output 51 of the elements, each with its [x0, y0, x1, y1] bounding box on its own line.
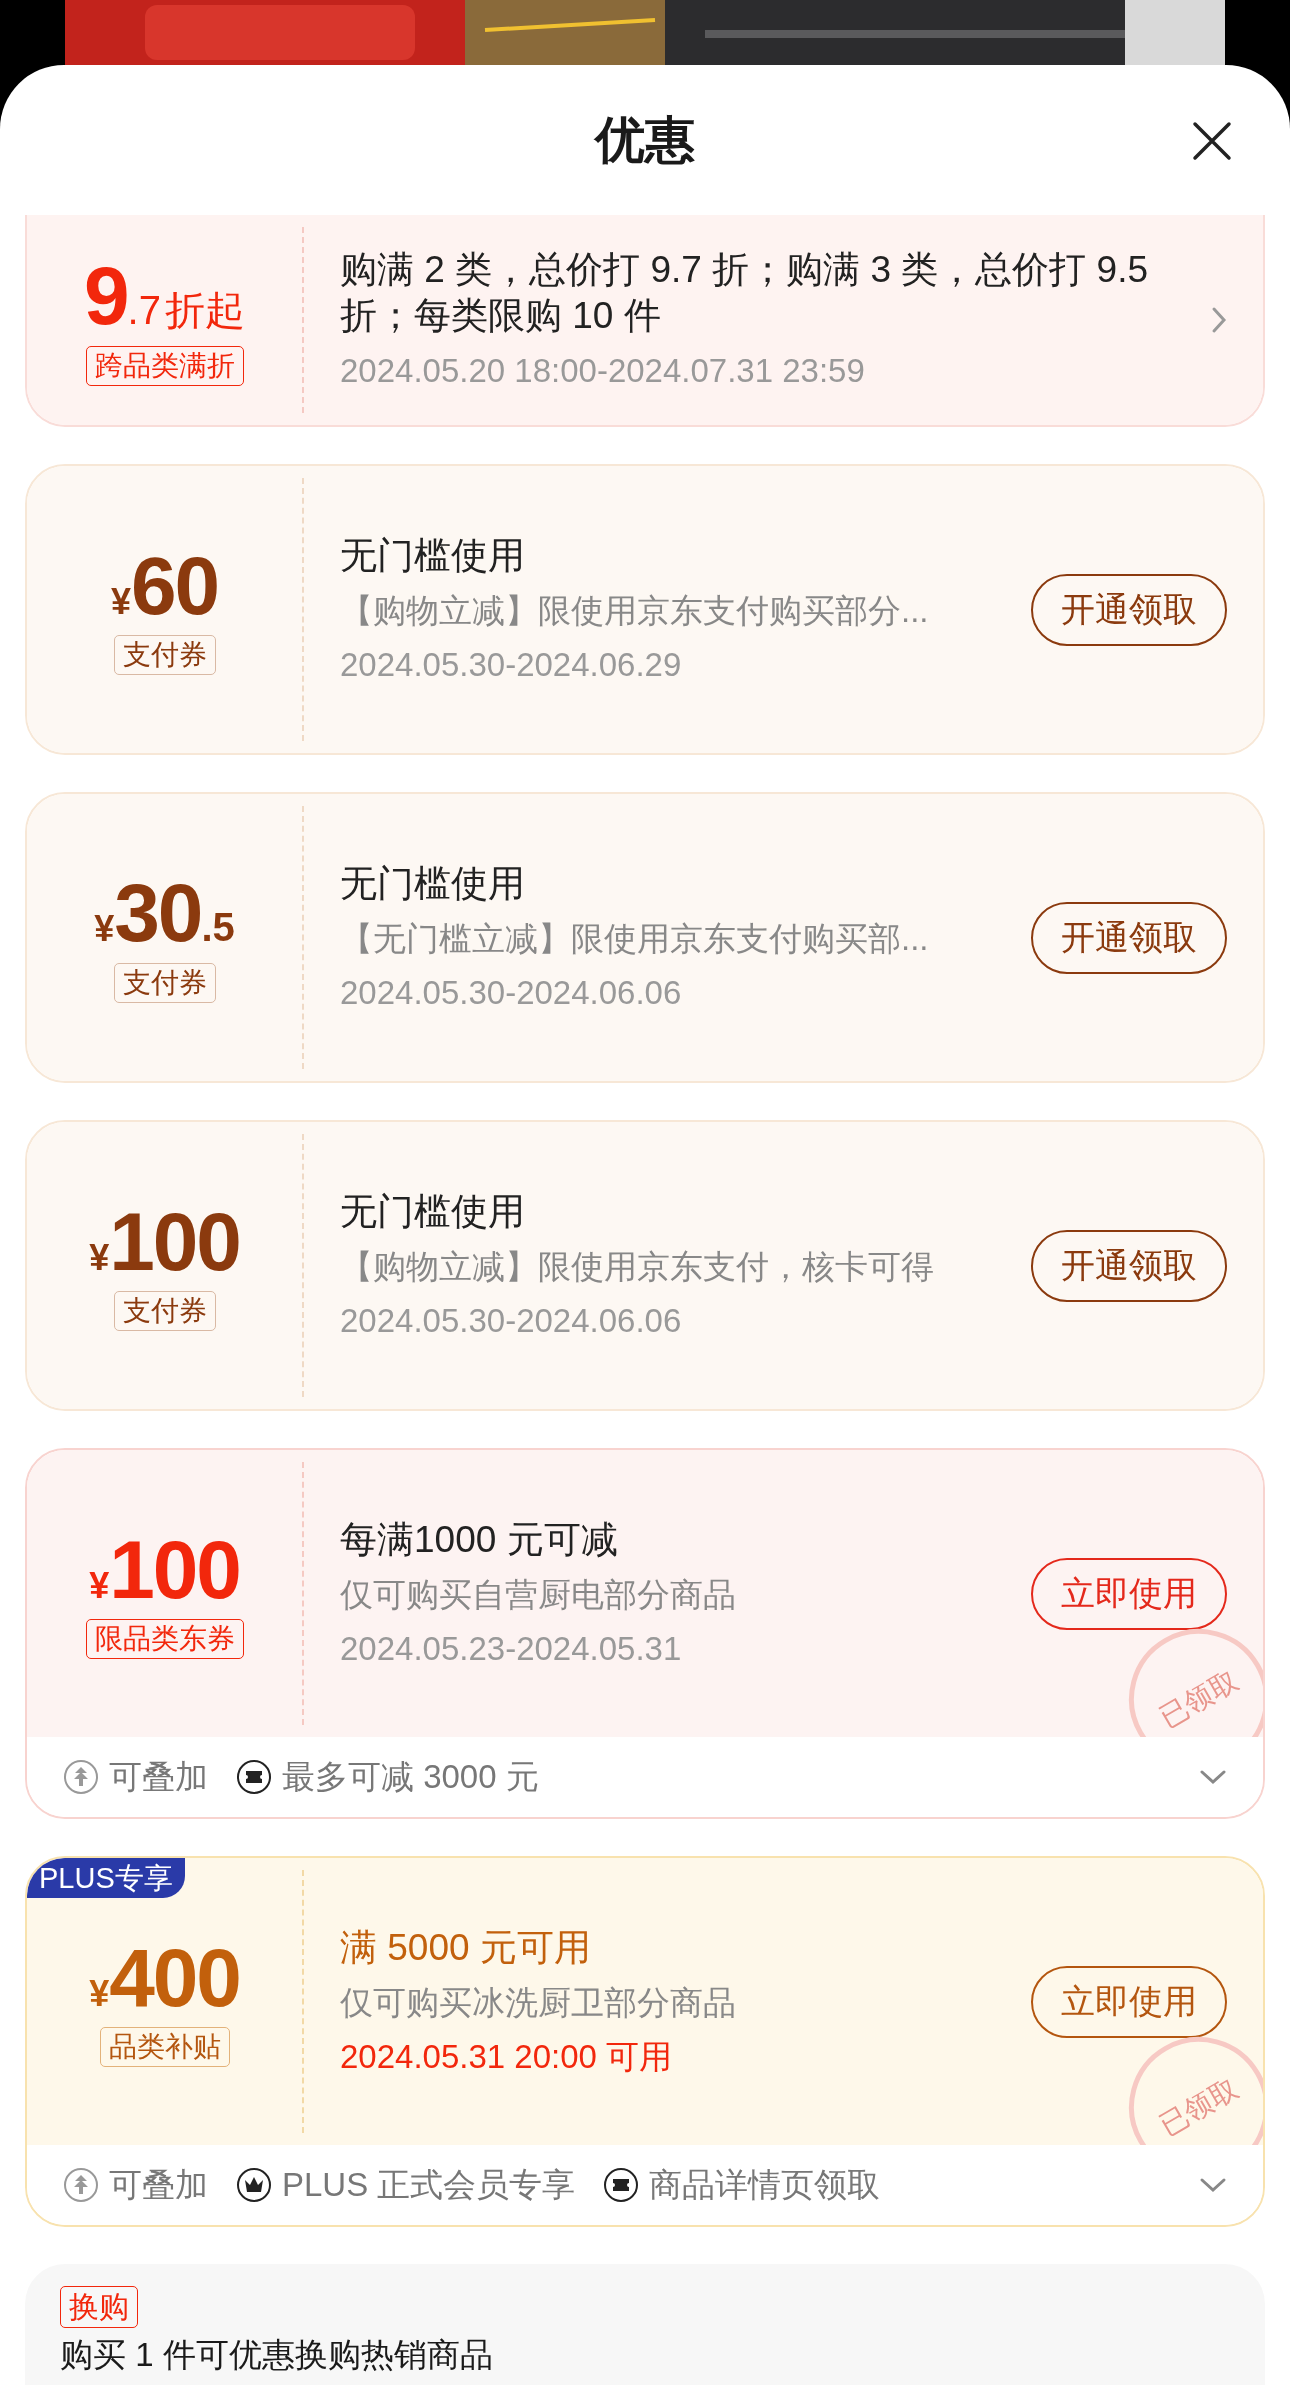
- coupon-amount: 100: [109, 1528, 240, 1611]
- feature-label: 可叠加: [109, 2165, 208, 2206]
- exchange-description: 购买 1 件可优惠换购热销商品: [60, 2338, 493, 2372]
- coupon-description: 【购物立减】限使用京东支付，核卡可得: [340, 1246, 935, 1287]
- coupon-description: 仅可购买冰洗厨卫部分商品: [340, 1982, 737, 2023]
- exchange-tag: 换购: [60, 2286, 138, 2328]
- coupon-validity: 2024.05.30-2024.06.06: [340, 1300, 683, 1341]
- coupon-validity: 2024.05.23-2024.05.31: [340, 1628, 683, 1669]
- coupon-type-tag: 跨品类满折: [85, 345, 244, 386]
- feature-label: PLUS 正式会员专享: [282, 2165, 576, 2206]
- currency-sign: ¥: [110, 580, 131, 624]
- coupon-type-tag: 支付券: [113, 634, 216, 675]
- coupon-title: 无门槛使用: [340, 861, 526, 906]
- coupon-amount: 400: [109, 1936, 240, 2019]
- coupon-description: 【购物立减】限使用京东支付购买部分...: [340, 590, 930, 631]
- currency-sign: ¥: [89, 1563, 110, 1608]
- coupon-amount: 30: [114, 872, 202, 954]
- feature-label: 可叠加: [109, 1757, 208, 1798]
- currency-sign: ¥: [89, 1972, 110, 2016]
- coupon-validity: 2024.05.20 18:00-2024.07.31 23:59: [340, 351, 866, 391]
- sheet-title: 优惠: [595, 110, 695, 170]
- coupon-validity: 2024.05.31 20:00 可用: [340, 2036, 674, 2077]
- coupon-type-tag: 支付券: [113, 963, 216, 1003]
- plus-badge: PLUS专享: [27, 1858, 185, 1898]
- claim-button[interactable]: 立即使用: [1031, 1965, 1227, 2038]
- coupon-title: 购满 2 类，总价打 9.7 折；购满 3 类，总价打 9.5 折；每类限购 10 件: [340, 248, 1149, 338]
- claim-button[interactable]: 立即使用: [1031, 1557, 1227, 1630]
- coupon-validity: 2024.05.30-2024.06.29: [340, 644, 683, 685]
- claim-button[interactable]: 开通领取: [1031, 573, 1227, 646]
- feature-label: 最多可减 3000 元: [282, 1757, 539, 1798]
- coupon-validity: 2024.05.30-2024.06.06: [340, 972, 683, 1013]
- coupon-title: 满 5000 元可用: [340, 1925, 592, 1970]
- claim-button[interactable]: 开通领取: [1031, 1229, 1227, 1302]
- coupon-amount: 9: [84, 254, 128, 337]
- coupon-amount: 100: [109, 1200, 240, 1283]
- feature-label: 商品详情页领取: [649, 2165, 881, 2206]
- coupon-type-tag: 支付券: [113, 1290, 216, 1331]
- amount-decimal: .5: [201, 904, 235, 951]
- amount-unit: 折起: [164, 286, 245, 334]
- coupon-type-tag: 限品类东券: [85, 1618, 244, 1659]
- currency-sign: ¥: [89, 1235, 110, 1280]
- coupon-description: 【无门槛立减】限使用京东支付购买部...: [340, 918, 930, 959]
- coupon-title: 每满1000 元可减: [340, 1517, 619, 1562]
- coupon-title: 无门槛使用: [340, 1189, 526, 1234]
- currency-sign: ¥: [94, 908, 115, 951]
- coupon-description: 仅可购买自营厨电部分商品: [340, 1574, 737, 1615]
- coupon-title: 无门槛使用: [340, 533, 526, 578]
- claim-button[interactable]: 开通领取: [1031, 901, 1227, 974]
- coupon-amount: 60: [130, 544, 219, 627]
- amount-decimal: .7: [127, 286, 161, 334]
- coupon-type-tag: 品类补贴: [99, 2026, 230, 2067]
